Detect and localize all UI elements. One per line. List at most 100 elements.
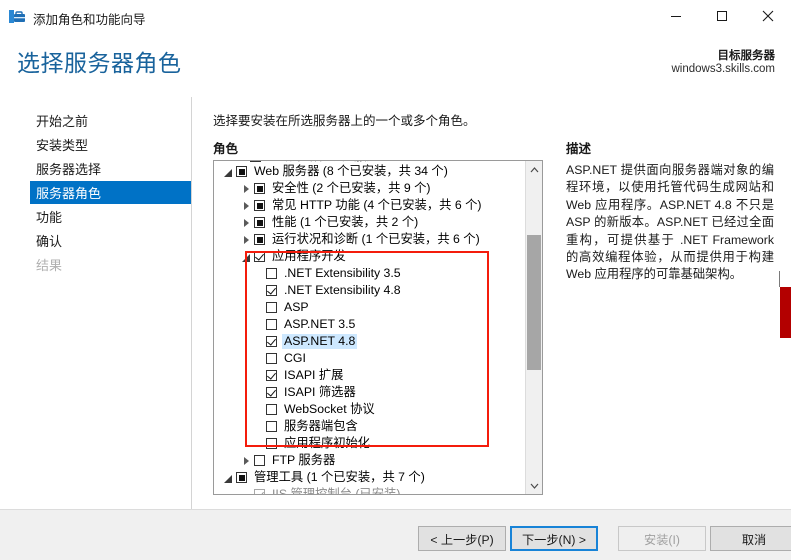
close-button[interactable] <box>745 0 791 31</box>
minimize-button[interactable] <box>653 0 699 31</box>
checkbox[interactable] <box>266 319 277 330</box>
tree-vertical-scrollbar[interactable] <box>525 161 542 494</box>
target-server-label: 目标服务器 <box>717 50 776 62</box>
chevron-right-icon[interactable] <box>242 456 251 465</box>
tree-item-label: 性能 (1 个已安装，共 2 个) <box>272 215 419 229</box>
tree-item-label: FTP 服务器 <box>272 453 336 467</box>
checkbox[interactable] <box>266 370 277 381</box>
checkbox[interactable] <box>236 166 247 177</box>
scroll-down-arrow-icon[interactable] <box>526 477 542 494</box>
sidebar-item-results: 结果 <box>36 258 63 273</box>
tree-item-label: ASP <box>284 300 309 314</box>
sidebar-item-server-roles[interactable]: 服务器角色 <box>30 181 191 204</box>
checkbox[interactable] <box>266 285 277 296</box>
tree-item-label: 管理工具 (1 个已安装，共 7 个) <box>254 470 425 484</box>
tree-item-label: 安全性 (2 个已安装，共 9 个) <box>272 181 431 195</box>
table-row[interactable]: 应用程序初始化 <box>214 435 525 452</box>
previous-button[interactable]: < 上一步(P) <box>418 526 506 551</box>
table-row[interactable]: WebSocket 协议 <box>214 401 525 418</box>
scroll-up-arrow-icon[interactable] <box>526 161 542 178</box>
table-row: IIS 管理控制台 (已安装) <box>214 486 525 494</box>
table-row[interactable]: 运行状况和诊断 (1 个已安装，共 6 个) <box>214 231 525 248</box>
page-header: 选择服务器角色 目标服务器 windows3.skills.com <box>0 34 791 97</box>
table-row[interactable]: 常见 HTTP 功能 (4 个已安装，共 6 个) <box>214 197 525 214</box>
tree-item-label: Web 服务器 (8 个已安装，共 34 个) <box>254 164 448 178</box>
tree-item-label: ISAPI 筛选器 <box>284 385 356 399</box>
next-button[interactable]: 下一步(N) > <box>510 526 598 551</box>
chevron-right-icon[interactable] <box>242 184 251 193</box>
page-title: 选择服务器角色 <box>17 50 182 76</box>
checkbox[interactable] <box>254 217 265 228</box>
table-row[interactable]: 性能 (1 个已安装，共 2 个) <box>214 214 525 231</box>
table-row[interactable]: CGI <box>214 350 525 367</box>
tree-item-label: 应用程序开发 <box>272 249 346 263</box>
wizard-sidebar: 开始之前 安装类型 服务器选择 服务器角色 功能 确认 结果 <box>0 97 192 509</box>
tree-item-label: 常见 HTTP 功能 (4 个已安装，共 6 个) <box>272 198 482 212</box>
scrollbar-thumb[interactable] <box>527 235 541 370</box>
table-row[interactable]: ASP <box>214 299 525 316</box>
table-row[interactable]: FTP 服务器 <box>214 452 525 469</box>
chevron-right-icon[interactable] <box>242 201 251 210</box>
sidebar-item-features[interactable]: 功能 <box>30 205 191 228</box>
wizard-footer: < 上一步(P) 下一步(N) > 安装(I) 取消 <box>0 509 791 560</box>
chevron-right-icon[interactable] <box>242 235 251 244</box>
chevron-right-icon[interactable] <box>242 218 251 227</box>
tree-item-label: IIS 管理控制台 (已安装) <box>272 487 401 494</box>
checkbox[interactable] <box>254 200 265 211</box>
maximize-button[interactable] <box>699 0 745 31</box>
table-row[interactable]: 管理工具 (1 个已安装，共 7 个) <box>214 469 525 486</box>
checkbox[interactable] <box>254 183 265 194</box>
table-row[interactable]: 应用程序开发 <box>214 248 525 265</box>
tree-item-label: ASP.NET 3.5 <box>284 317 356 331</box>
checkbox[interactable] <box>266 268 277 279</box>
roles-tree[interactable]: 网络策略和访问服务 Web 服务器 (8 个已安装，共 34 个) 安全性 (2… <box>213 160 543 495</box>
table-row[interactable]: ISAPI 筛选器 <box>214 384 525 401</box>
table-row-selected[interactable]: ASP.NET 4.8 <box>214 333 525 350</box>
tree-item-label: ISAPI 扩展 <box>284 368 344 382</box>
table-row[interactable]: Web 服务器 (8 个已安装，共 34 个) <box>214 163 525 180</box>
roles-wizard-icon <box>9 8 27 25</box>
tree-item-label: ASP.NET 4.8 <box>282 334 358 349</box>
checkbox[interactable] <box>266 421 277 432</box>
description-text: ASP.NET 提供面向服务器端对象的编程环境，以使用托管代码生成网站和 Web… <box>566 163 774 282</box>
checkbox[interactable] <box>266 387 277 398</box>
sidebar-item-installation-type[interactable]: 安装类型 <box>30 133 191 156</box>
checkbox[interactable] <box>254 234 265 245</box>
checkbox[interactable] <box>266 438 277 449</box>
sidebar-item-server-selection[interactable]: 服务器选择 <box>30 157 191 180</box>
checkbox[interactable] <box>254 455 265 466</box>
table-row[interactable]: ISAPI 扩展 <box>214 367 525 384</box>
checkbox <box>254 489 265 494</box>
background-window-divider <box>779 271 780 287</box>
tree-item-label: 应用程序初始化 <box>284 436 371 450</box>
tree-item-label: .NET Extensibility 4.8 <box>284 283 401 297</box>
tree-item-label: 服务器端包含 <box>284 419 358 433</box>
install-button: 安装(I) <box>618 526 706 551</box>
checkbox[interactable] <box>236 472 247 483</box>
checkbox[interactable] <box>266 302 277 313</box>
sidebar-item-confirmation[interactable]: 确认 <box>30 229 191 252</box>
checkbox[interactable] <box>266 336 277 347</box>
sidebar-item-before-you-begin[interactable]: 开始之前 <box>30 109 191 132</box>
cancel-button[interactable]: 取消 <box>710 526 791 551</box>
table-row[interactable]: 安全性 (2 个已安装，共 9 个) <box>214 180 525 197</box>
roles-section-label: 角色 <box>213 142 239 156</box>
window-title: 添加角色和功能向导 <box>33 13 146 27</box>
description-section-label: 描述 <box>566 142 592 156</box>
chevron-down-icon[interactable] <box>224 473 233 483</box>
checkbox[interactable] <box>254 251 265 262</box>
tree-item-label: WebSocket 协议 <box>284 402 375 416</box>
instruction-text: 选择要安装在所选服务器上的一个或多个角色。 <box>213 114 476 128</box>
chevron-down-icon[interactable] <box>242 252 251 262</box>
table-row[interactable]: ASP.NET 3.5 <box>214 316 525 333</box>
chevron-down-icon[interactable] <box>224 167 233 177</box>
table-row[interactable]: .NET Extensibility 4.8 <box>214 282 525 299</box>
checkbox[interactable] <box>250 161 261 162</box>
target-server-name: windows3.skills.com <box>671 63 775 75</box>
checkbox[interactable] <box>266 353 277 364</box>
table-row[interactable]: 服务器端包含 <box>214 418 525 435</box>
roles-tree-viewport: 网络策略和访问服务 Web 服务器 (8 个已安装，共 34 个) 安全性 (2… <box>214 161 525 494</box>
checkbox[interactable] <box>266 404 277 415</box>
table-row[interactable]: .NET Extensibility 3.5 <box>214 265 525 282</box>
title-bar: 添加角色和功能向导 <box>0 0 791 35</box>
